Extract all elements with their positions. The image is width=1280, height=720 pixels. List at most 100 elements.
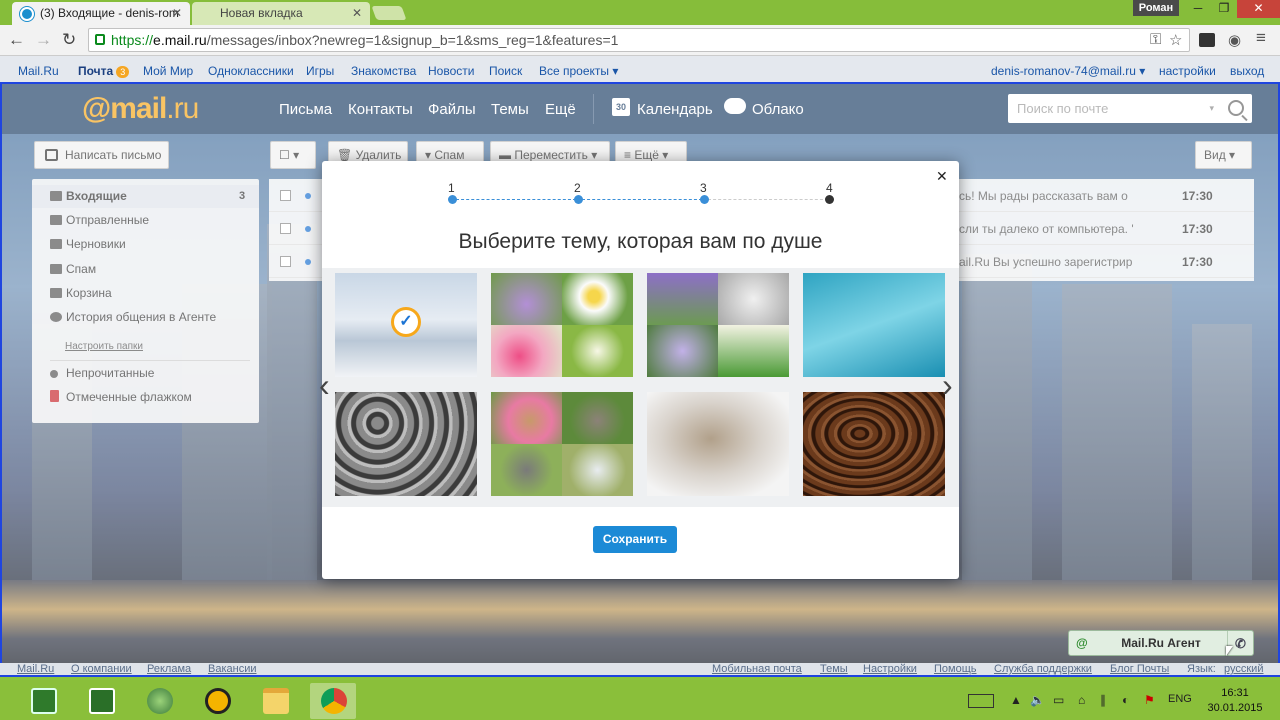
theme-thumb-sleeping-kitten[interactable] (647, 392, 789, 496)
taskbar-explorer[interactable] (252, 683, 298, 719)
tab-title: (3) Входящие - denis-rom (40, 6, 179, 20)
close-tab-icon[interactable]: ✕ (172, 6, 182, 20)
portal-link-games[interactable]: Игры (306, 64, 334, 78)
taskbar-app[interactable] (136, 683, 182, 719)
theme-thumb-coffee[interactable] (803, 392, 945, 496)
portal-link-dating[interactable]: Знакомства (351, 64, 416, 78)
footer-link[interactable]: Mail.Ru (17, 663, 54, 675)
theme-thumb-city[interactable]: ✓ (335, 273, 477, 377)
language-indicator[interactable]: ENG (1168, 693, 1192, 705)
taskbar-chrome[interactable] (310, 683, 356, 719)
theme-thumb-flowers[interactable] (491, 273, 633, 377)
tray-app-icon[interactable]: ∥ (1100, 693, 1106, 707)
gallery-next-icon[interactable]: › (942, 369, 953, 401)
browser-tab-strip: (3) Входящие - denis-rom ✕ Новая вкладка… (0, 0, 1280, 25)
browser-user-badge[interactable]: Роман (1133, 0, 1179, 16)
footer-link[interactable]: Вакансии (208, 663, 257, 675)
gallery-prev-icon[interactable]: ‹ (319, 369, 330, 401)
extension-icon[interactable] (1199, 33, 1215, 47)
user-email-menu[interactable]: denis-romanov-74@mail.ru ▾ (991, 64, 1145, 78)
user-email: denis-romanov-74@mail.ru (991, 64, 1136, 78)
page-footer: Mail.Ru О компании Реклама Вакансии Моби… (0, 663, 1280, 677)
tab-new-tab[interactable]: Новая вкладка ✕ (192, 2, 370, 25)
camtasia-recorder-icon (31, 688, 57, 714)
footer-link[interactable]: О компании (71, 663, 132, 675)
tab-title: Новая вкладка (220, 6, 303, 20)
tray-expand-icon[interactable]: ▲ (1010, 693, 1022, 707)
extension-globe-icon[interactable]: ◉ (1228, 31, 1241, 49)
footer-language-label: Язык: (1187, 663, 1216, 675)
theme-thumb-gravel[interactable] (335, 392, 477, 496)
maximize-icon[interactable]: ❐ (1211, 0, 1237, 18)
portal-link-mailru[interactable]: Mail.Ru (18, 64, 59, 78)
close-tab-icon[interactable]: ✕ (352, 6, 362, 20)
menu-icon[interactable]: ≡ (1256, 28, 1266, 48)
step-dot-4-current (825, 195, 834, 204)
theme-thumb-kittens[interactable] (491, 392, 633, 496)
footer-link[interactable]: Мобильная почта (712, 663, 802, 675)
forward-icon[interactable]: → (35, 31, 52, 49)
chrome-icon (321, 688, 347, 714)
portal-link-search[interactable]: Поиск (489, 64, 522, 78)
mail-favicon-icon (20, 7, 34, 21)
back-icon[interactable]: ← (8, 31, 25, 49)
footer-language-link[interactable]: русский (1224, 663, 1263, 675)
all-projects-label: Все проекты (539, 64, 610, 78)
portal-link-pochta-label: Почта (78, 64, 114, 78)
action-center-icon[interactable]: ⚑ (1144, 693, 1155, 707)
url-host: e.mail.ru (153, 32, 207, 48)
reload-icon[interactable]: ↻ (62, 31, 76, 49)
theme-picker-dialog: ✕ 1 2 3 4 Выберите тему, которая вам по … (319, 161, 959, 579)
app-icon (205, 688, 231, 714)
volume-icon[interactable]: 🔈 (1030, 693, 1045, 707)
footer-link[interactable]: Блог Почты (1110, 663, 1169, 675)
step-label-2: 2 (574, 181, 581, 195)
portal-link-odnoklassniki[interactable]: Одноклассники (208, 64, 294, 78)
new-tab-button[interactable] (371, 6, 407, 20)
step-dot-2 (574, 195, 583, 204)
taskbar-clock[interactable]: 16:31 30.01.2015 (1205, 686, 1265, 716)
portal-link-pochta[interactable]: Почта 3 (78, 64, 130, 78)
step-connector (456, 199, 576, 200)
camtasia-studio-icon (89, 688, 115, 714)
close-icon[interactable]: ✕ (936, 168, 948, 185)
footer-link[interactable]: Реклама (147, 663, 191, 675)
footer-link[interactable]: Служба поддержки (994, 663, 1092, 675)
portal-link-all-projects[interactable]: Все проекты ▾ (539, 64, 618, 78)
clock-time: 16:31 (1221, 687, 1249, 699)
keyboard-icon[interactable] (968, 694, 994, 708)
minimize-icon[interactable]: ─ (1185, 0, 1211, 18)
windows-taskbar: ▲ 🔈 ▭ ⌂ ∥ ◐ ⚑ ENG 16:31 30.01.2015 (0, 680, 1280, 720)
clock-date: 30.01.2015 (1207, 702, 1263, 714)
theme-thumb-sea[interactable] (803, 273, 945, 377)
screen: (3) Входящие - denis-rom ✕ Новая вкладка… (0, 0, 1280, 720)
portal-link-news[interactable]: Новости (428, 64, 474, 78)
taskbar-camtasia-recorder[interactable] (20, 683, 66, 719)
address-bar[interactable]: https://e.mail.ru/messages/inbox?newreg=… (88, 28, 1190, 52)
logout-link[interactable]: выход (1230, 64, 1264, 78)
tab-inbox[interactable]: (3) Входящие - denis-rom ✕ (12, 2, 190, 25)
step-label-1: 1 (448, 181, 455, 195)
key-icon[interactable]: ⚿ (1150, 31, 1161, 48)
tray-app-icon[interactable]: ⌂ (1078, 693, 1085, 707)
footer-link[interactable]: Настройки (863, 663, 917, 675)
close-window-icon[interactable]: ✕ (1237, 0, 1280, 18)
dialog-title: Выберите тему, которая вам по душе (458, 230, 823, 253)
network-icon[interactable]: ▭ (1053, 693, 1064, 707)
settings-link[interactable]: настройки (1159, 64, 1216, 78)
footer-link[interactable]: Помощь (934, 663, 977, 675)
portal-link-moy-mir[interactable]: Мой Мир (143, 64, 193, 78)
bookmark-star-icon[interactable]: ☆ (1169, 31, 1182, 49)
taskbar-app[interactable] (194, 683, 240, 719)
app-icon (147, 688, 173, 714)
step-dot-3 (700, 195, 709, 204)
theme-thumb-spring[interactable] (647, 273, 789, 377)
agent-label: Mail.Ru Агент (1121, 636, 1201, 650)
step-connector (582, 199, 702, 200)
footer-link[interactable]: Темы (820, 663, 848, 675)
tray-app-icon[interactable]: ◐ (1122, 693, 1129, 707)
step-connector (708, 199, 828, 200)
step-label-4: 4 (826, 181, 833, 195)
save-button[interactable]: Сохранить (593, 526, 677, 553)
taskbar-camtasia-studio[interactable] (78, 683, 124, 719)
